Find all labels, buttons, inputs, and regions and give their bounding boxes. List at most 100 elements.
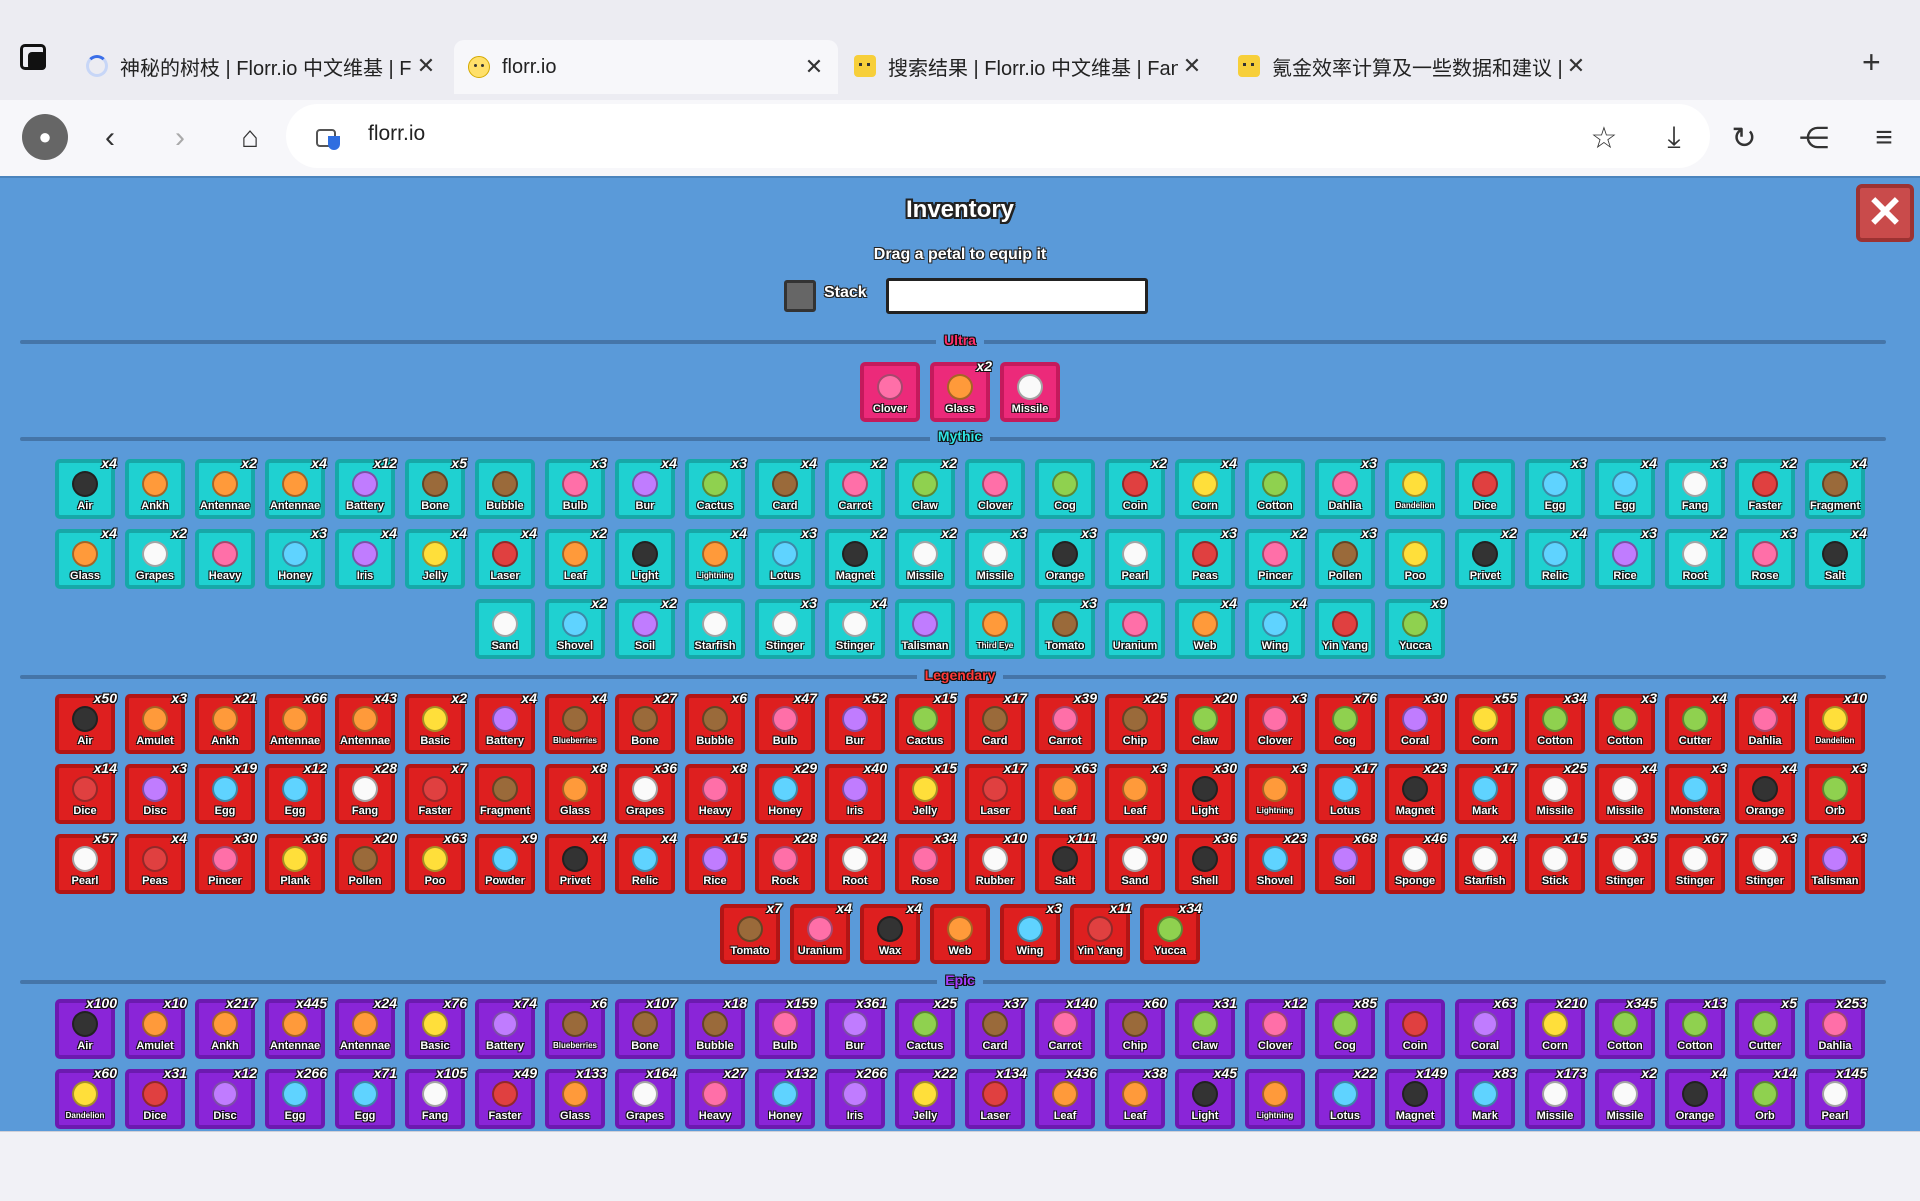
petal-slot-relic[interactable]: Relic x4 <box>615 830 677 894</box>
petal-slot-magnet[interactable]: Magnet x149 <box>1385 1065 1447 1129</box>
petal-slot-poo[interactable]: Poo <box>1385 529 1445 589</box>
petal-slot-faster[interactable]: Faster x2 <box>1735 455 1797 519</box>
home-icon[interactable]: ⌂ <box>224 112 276 164</box>
tab-1[interactable]: 神秘的树枝 | Florr.io 中文维基 | Fa ✕ <box>72 44 450 88</box>
petal-slot-sponge[interactable]: Sponge x46 <box>1385 830 1447 894</box>
petal-slot-monstera[interactable]: Monstera x3 <box>1665 760 1727 824</box>
petal-slot-carrot[interactable]: Carrot x2 <box>825 455 887 519</box>
petal-slot-egg[interactable]: Egg x3 <box>1525 455 1587 519</box>
petal-slot-orange[interactable]: Orange x3 <box>1035 525 1097 589</box>
tab-overview-icon[interactable] <box>18 42 50 74</box>
petal-slot-bubble[interactable]: Bubble x6 <box>685 690 747 754</box>
petal-slot-chip[interactable]: Chip x25 <box>1105 690 1167 754</box>
forward-icon[interactable]: › <box>154 112 206 164</box>
petal-slot-rice[interactable]: Rice x3 <box>1595 525 1657 589</box>
tab-4[interactable]: 氪金效率计算及一些数据和建议 | ✕ <box>1224 44 1600 88</box>
petal-slot-cotton[interactable]: Cotton x34 <box>1525 690 1587 754</box>
petal-slot-salt[interactable]: Salt x4 <box>1805 525 1867 589</box>
petal-slot-missile[interactable]: Missile x2 <box>1595 1065 1657 1129</box>
address-bar[interactable]: florr.io <box>286 104 1710 168</box>
petal-slot-laser[interactable]: Laser x17 <box>965 760 1027 824</box>
petal-slot-dice[interactable]: Dice x31 <box>125 1065 187 1129</box>
petal-slot-cactus[interactable]: Cactus x15 <box>895 690 957 754</box>
petal-slot-amulet[interactable]: Amulet x3 <box>125 690 187 754</box>
petal-slot-laser[interactable]: Laser x4 <box>475 525 537 589</box>
petal-slot-disc[interactable]: Disc x12 <box>195 1065 257 1129</box>
petal-slot-faster[interactable]: Faster x49 <box>475 1065 537 1129</box>
petal-slot-honey[interactable]: Honey x132 <box>755 1065 817 1129</box>
petal-slot-stinger[interactable]: Stinger x35 <box>1595 830 1657 894</box>
petal-slot-amulet[interactable]: Amulet x10 <box>125 995 187 1059</box>
petal-slot-glass[interactable]: Glass x133 <box>545 1065 607 1129</box>
petal-slot-dahlia[interactable]: Dahlia x3 <box>1315 455 1377 519</box>
petal-slot-sand[interactable]: Sand x90 <box>1105 830 1167 894</box>
petal-slot-lightning[interactable]: Lightning <box>1245 1069 1305 1129</box>
petal-slot-leaf[interactable]: Leaf x38 <box>1105 1065 1167 1129</box>
share-icon[interactable]: ⋲ <box>1788 112 1840 164</box>
petal-slot-glass[interactable]: Glass x2 <box>930 358 992 422</box>
petal-slot-grapes[interactable]: Grapes x36 <box>615 760 677 824</box>
back-icon[interactable]: ‹ <box>84 112 136 164</box>
petal-slot-fang[interactable]: Fang x105 <box>405 1065 467 1129</box>
petal-slot-uranium[interactable]: Uranium x4 <box>790 900 852 964</box>
petal-slot-web[interactable]: Web x4 <box>1175 595 1237 659</box>
petal-slot-honey[interactable]: Honey x3 <box>265 525 327 589</box>
petal-slot-coral[interactable]: Coral x30 <box>1385 690 1447 754</box>
petal-slot-cotton[interactable]: Cotton x3 <box>1595 690 1657 754</box>
petal-slot-light[interactable]: Light x45 <box>1175 1065 1237 1129</box>
petal-slot-wing[interactable]: Wing x4 <box>1245 595 1307 659</box>
petal-slot-pincer[interactable]: Pincer x2 <box>1245 525 1307 589</box>
petal-slot-pearl[interactable]: Pearl x57 <box>55 830 117 894</box>
petal-slot-corn[interactable]: Corn x4 <box>1175 455 1237 519</box>
petal-slot-wing[interactable]: Wing x3 <box>1000 900 1062 964</box>
petal-slot-yucca[interactable]: Yucca x34 <box>1140 900 1202 964</box>
petal-slot-claw[interactable]: Claw x2 <box>895 455 957 519</box>
petal-slot-heavy[interactable]: Heavy x27 <box>685 1065 747 1129</box>
petal-slot-clover[interactable]: Clover <box>860 362 920 422</box>
petal-slot-egg[interactable]: Egg x266 <box>265 1065 327 1129</box>
petal-slot-yucca[interactable]: Yucca x9 <box>1385 595 1447 659</box>
petal-slot-bubble[interactable]: Bubble x18 <box>685 995 747 1059</box>
petal-slot-lightning[interactable]: Lightning x3 <box>1245 760 1307 824</box>
petal-slot-rice[interactable]: Rice x15 <box>685 830 747 894</box>
download-icon[interactable]: ⤓ <box>1648 112 1700 164</box>
petal-slot-carrot[interactable]: Carrot x39 <box>1035 690 1097 754</box>
petal-slot-rock[interactable]: Rock x28 <box>755 830 817 894</box>
petal-slot-stinger[interactable]: Stinger x3 <box>1735 830 1797 894</box>
petal-slot-cotton[interactable]: Cotton x345 <box>1595 995 1657 1059</box>
petal-slot-salt[interactable]: Salt x111 <box>1035 830 1097 894</box>
petal-slot-missile[interactable]: Missile x2 <box>895 525 957 589</box>
petal-slot-light[interactable]: Light x30 <box>1175 760 1237 824</box>
petal-slot-chip[interactable]: Chip x60 <box>1105 995 1167 1059</box>
petal-slot-antennae[interactable]: Antennae x43 <box>335 690 397 754</box>
petal-slot-mark[interactable]: Mark x83 <box>1455 1065 1517 1129</box>
petal-slot-cog[interactable]: Cog x76 <box>1315 690 1377 754</box>
petal-slot-egg[interactable]: Egg x71 <box>335 1065 397 1129</box>
petal-slot-pollen[interactable]: Pollen x20 <box>335 830 397 894</box>
petal-slot-iris[interactable]: Iris x40 <box>825 760 887 824</box>
reload-icon[interactable]: ↻ <box>1718 112 1770 164</box>
petal-slot-clover[interactable]: Clover x3 <box>1245 690 1307 754</box>
petal-slot-missile[interactable]: Missile x4 <box>1595 760 1657 824</box>
petal-slot-missile[interactable]: Missile <box>1000 362 1060 422</box>
petal-slot-antennae[interactable]: Antennae x4 <box>265 455 327 519</box>
bookmark-star-icon[interactable]: ☆ <box>1578 112 1630 164</box>
petal-slot-powder[interactable]: Powder x9 <box>475 830 537 894</box>
menu-icon[interactable]: ≡ <box>1858 112 1910 164</box>
petal-slot-web[interactable]: Web <box>930 904 990 964</box>
petal-slot-antennae[interactable]: Antennae x66 <box>265 690 327 754</box>
petal-slot-laser[interactable]: Laser x134 <box>965 1065 1027 1129</box>
petal-slot-bur[interactable]: Bur x361 <box>825 995 887 1059</box>
petal-slot-tomato[interactable]: Tomato x3 <box>1035 595 1097 659</box>
petal-slot-soil[interactable]: Soil x2 <box>615 595 677 659</box>
petal-slot-root[interactable]: Root x2 <box>1665 525 1727 589</box>
petal-slot-card[interactable]: Card x17 <box>965 690 1027 754</box>
petal-slot-blueberries[interactable]: Blueberries x4 <box>545 690 607 754</box>
petal-slot-leaf[interactable]: Leaf x2 <box>545 525 607 589</box>
petal-slot-disc[interactable]: Disc x3 <box>125 760 187 824</box>
petal-slot-stick[interactable]: Stick x15 <box>1525 830 1587 894</box>
petal-slot-heavy[interactable]: Heavy <box>195 529 255 589</box>
petal-slot-yin-yang[interactable]: Yin Yang <box>1315 599 1375 659</box>
petal-slot-carrot[interactable]: Carrot x140 <box>1035 995 1097 1059</box>
petal-slot-third-eye[interactable]: Third Eye <box>965 599 1025 659</box>
